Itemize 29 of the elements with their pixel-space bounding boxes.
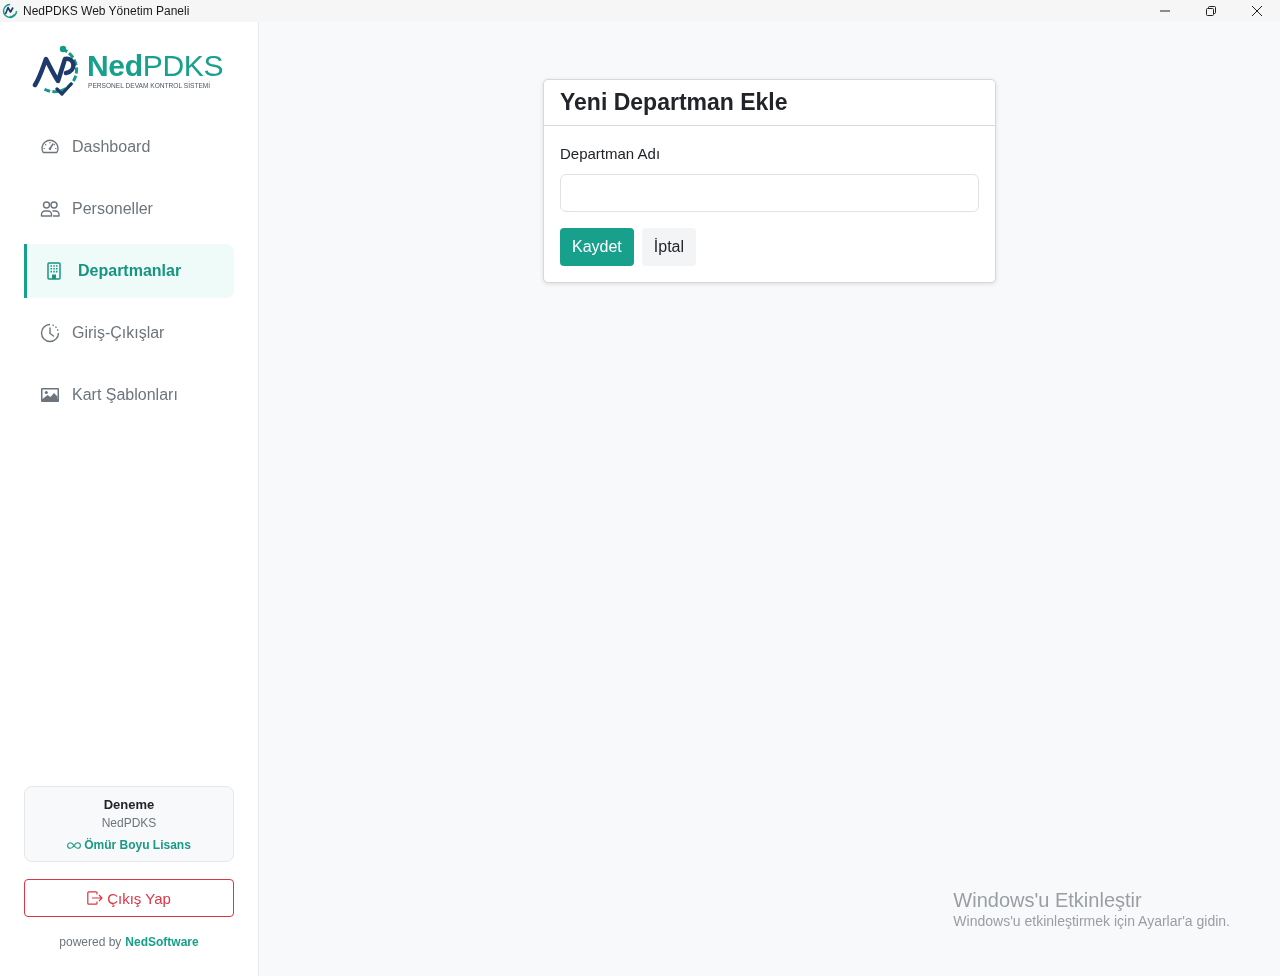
field-label: Departman Adı — [560, 144, 661, 164]
cancel-button[interactable]: İptal — [641, 228, 697, 266]
logout-icon — [87, 891, 104, 905]
infinity-icon — [67, 841, 82, 849]
image-icon — [40, 385, 60, 405]
sidebar-item[interactable]: Departmanlar — [24, 244, 234, 298]
license-type: Ömür Boyu Lisans — [84, 837, 191, 854]
activation-title: Windows'u Etkinleştir — [953, 888, 1143, 912]
app-icon — [2, 3, 18, 19]
logo-text: NedPDKS — [87, 51, 224, 81]
brand-link[interactable]: NedSoftware — [125, 934, 199, 950]
sidebar-item[interactable]: Personeller — [24, 182, 234, 236]
close-icon — [1252, 6, 1262, 16]
window-title: NedPDKS Web Yönetim Paneli — [23, 4, 190, 18]
sidebar-item[interactable]: Dashboard — [24, 120, 234, 174]
building-icon — [44, 261, 64, 281]
license-name: Deneme — [103, 796, 155, 814]
sidebar-item[interactable]: Giriş-Çıkışlar — [24, 306, 234, 360]
sidebar-item[interactable]: Kart Şablonları — [24, 368, 234, 422]
card-title: Yeni Departman Ekle — [560, 89, 788, 116]
restore-icon — [1206, 6, 1216, 16]
input-field[interactable] — [560, 174, 979, 212]
people-icon — [40, 199, 60, 219]
powered-by-text: powered by — [59, 934, 122, 950]
logout-button[interactable]: Çıkış Yap — [24, 879, 234, 917]
activation-message: Windows'u etkinleştirmek için Ayarlar'a gidin. — [953, 912, 1230, 930]
license-product: NedPDKS — [101, 815, 157, 832]
clock-icon — [40, 323, 60, 343]
save-button[interactable]: Kaydet — [560, 228, 634, 266]
